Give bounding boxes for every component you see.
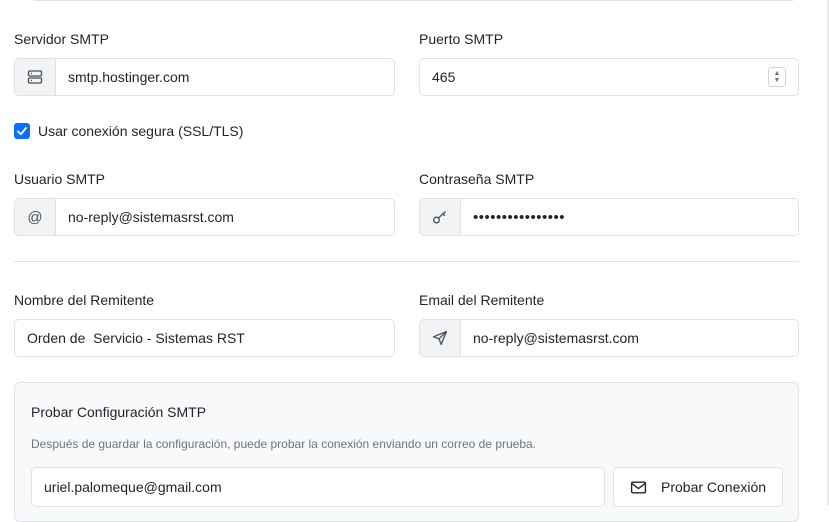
server-icon bbox=[14, 58, 55, 96]
send-icon bbox=[419, 319, 460, 357]
section-divider bbox=[14, 261, 799, 262]
chevron-up-icon[interactable]: ▲ bbox=[774, 70, 781, 77]
ssl-label: Usar conexión segura (SSL/TLS) bbox=[38, 123, 244, 139]
sender-name-input[interactable]: Orden de Servicio - Sistemas RST bbox=[14, 319, 395, 357]
sender-email-label: Email del Remitente bbox=[419, 292, 545, 308]
smtp-port-label: Puerto SMTP bbox=[419, 31, 504, 47]
smtp-test-title: Probar Configuración SMTP bbox=[31, 404, 207, 420]
envelope-icon bbox=[630, 480, 647, 494]
previous-card-edge bbox=[30, 0, 797, 1]
smtp-port-value: 465 bbox=[432, 69, 456, 85]
sender-email-input[interactable]: no-reply@sistemasrst.com bbox=[460, 319, 799, 357]
sender-name-group: Orden de Servicio - Sistemas RST bbox=[14, 319, 395, 357]
test-email-input[interactable]: uriel.palomeque@gmail.com bbox=[31, 467, 605, 507]
ssl-option[interactable]: Usar conexión segura (SSL/TLS) bbox=[14, 123, 243, 139]
at-icon: @ bbox=[14, 198, 55, 236]
sender-name-label: Nombre del Remitente bbox=[14, 292, 155, 308]
smtp-port-input[interactable]: 465 ▲ ▼ bbox=[419, 58, 799, 96]
chevron-down-icon[interactable]: ▼ bbox=[774, 77, 781, 84]
smtp-test-help: Después de guardar la configuración, pue… bbox=[31, 437, 537, 451]
smtp-user-group: @ no-reply@sistemasrst.com bbox=[14, 198, 395, 236]
port-stepper[interactable]: ▲ ▼ bbox=[768, 67, 786, 87]
key-icon bbox=[419, 198, 460, 236]
ssl-checkbox[interactable] bbox=[14, 123, 30, 139]
test-connection-button[interactable]: Probar Conexión bbox=[613, 467, 783, 507]
smtp-user-label: Usuario SMTP bbox=[14, 171, 106, 187]
smtp-password-label: Contraseña SMTP bbox=[419, 171, 535, 187]
smtp-test-card: Probar Configuración SMTP Después de gua… bbox=[14, 382, 799, 522]
smtp-server-label: Servidor SMTP bbox=[14, 31, 109, 47]
smtp-server-input[interactable]: smtp.hostinger.com bbox=[55, 58, 395, 96]
smtp-password-input[interactable]: •••••••••••••••• bbox=[460, 198, 799, 236]
smtp-server-group: smtp.hostinger.com bbox=[14, 58, 395, 96]
smtp-port-group: 465 ▲ ▼ bbox=[419, 58, 799, 96]
sender-email-group: no-reply@sistemasrst.com bbox=[419, 319, 799, 357]
check-icon bbox=[17, 127, 27, 136]
test-connection-label: Probar Conexión bbox=[661, 479, 767, 495]
smtp-user-input[interactable]: no-reply@sistemasrst.com bbox=[55, 198, 395, 236]
smtp-password-group: •••••••••••••••• bbox=[419, 198, 799, 236]
